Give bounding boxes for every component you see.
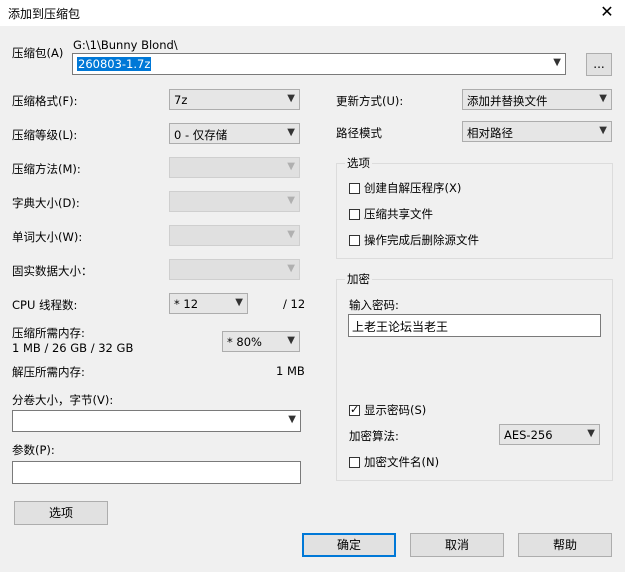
password-label: 输入密码: — [349, 298, 399, 312]
update-value: 添加并替换文件 — [467, 94, 548, 108]
chevron-down-icon: ▼ — [287, 127, 295, 138]
mem-percent-select[interactable]: * 80% ▼ — [222, 331, 300, 352]
archive-path: G:\1\Bunny Blond\ — [73, 38, 178, 52]
encryption-group-title: 加密 — [345, 271, 372, 287]
chevron-down-icon: ▼ — [587, 428, 595, 439]
cancel-button[interactable]: 取消 — [410, 533, 504, 557]
show-password-label: 显示密码(S) — [364, 403, 427, 417]
encrypt-names-checkbox[interactable]: 加密文件名(N) — [349, 454, 439, 470]
update-select[interactable]: 添加并替换文件 ▼ — [462, 89, 612, 110]
update-label: 更新方式(U): — [336, 94, 404, 108]
word-label: 单词大小(W): — [12, 230, 83, 244]
chevron-down-icon: ▼ — [599, 125, 607, 136]
close-icon[interactable]: ✕ — [597, 2, 617, 22]
checkbox-box[interactable] — [349, 456, 360, 468]
delete-after-checkbox-label: 操作完成后删除源文件 — [364, 233, 479, 247]
solid-select[interactable]: ▼ — [169, 259, 300, 280]
chevron-down-icon: ▼ — [287, 263, 295, 274]
dict-label: 字典大小(D): — [12, 196, 80, 210]
checkbox-box[interactable] — [349, 403, 360, 416]
help-button[interactable]: 帮助 — [518, 533, 612, 557]
checkbox-box[interactable] — [349, 234, 360, 246]
chevron-down-icon: ▼ — [287, 195, 295, 206]
window-title: 添加到压缩包 — [8, 7, 81, 21]
encrypt-names-label: 加密文件名(N) — [364, 455, 440, 469]
volume-combobox[interactable]: ▼ — [12, 410, 301, 432]
algo-select[interactable]: AES-256 ▼ — [499, 424, 600, 445]
archive-label: 压缩包(A) — [12, 46, 64, 60]
chevron-down-icon[interactable]: ▼ — [288, 414, 296, 425]
archive-name-value[interactable]: 260803-1.7z — [77, 57, 152, 71]
options-button[interactable]: 选项 — [14, 501, 108, 525]
pathmode-select[interactable]: 相对路径 ▼ — [462, 121, 612, 142]
format-select[interactable]: 7z ▼ — [169, 89, 300, 110]
format-label: 压缩格式(F): — [12, 94, 78, 108]
chevron-down-icon: ▼ — [287, 93, 295, 104]
mem-percent-value: * 80% — [227, 335, 262, 349]
params-label: 参数(P): — [12, 443, 55, 457]
algo-label: 加密算法: — [349, 429, 399, 443]
browse-button[interactable]: ... — [586, 53, 612, 76]
archive-name-combobox[interactable]: 260803-1.7z ▼ — [72, 53, 566, 75]
password-value: 上老王论坛当老王 — [352, 320, 449, 334]
cpu-select[interactable]: * 12 ▼ — [169, 293, 248, 314]
volume-label: 分卷大小，字节(V): — [12, 393, 114, 407]
delete-after-checkbox[interactable]: 操作完成后删除源文件 — [349, 232, 479, 248]
mem-compress-label: 压缩所需内存: — [12, 326, 85, 340]
level-value: 0 - 仅存储 — [174, 128, 228, 142]
checkbox-box[interactable] — [349, 182, 360, 194]
level-label: 压缩等级(L): — [12, 128, 78, 142]
title-bar: 添加到压缩包 ✕ — [0, 0, 625, 26]
cpu-value: * 12 — [174, 297, 199, 311]
algo-value: AES-256 — [504, 428, 553, 442]
solid-label: 固实数据大小： — [12, 264, 93, 278]
add-to-archive-dialog: 添加到压缩包 ✕ 压缩包(A) G:\1\Bunny Blond\ 260803… — [0, 0, 625, 572]
ok-button[interactable]: 确定 — [302, 533, 396, 557]
dict-select[interactable]: ▼ — [169, 191, 300, 212]
format-value: 7z — [174, 93, 188, 107]
cpu-label: CPU 线程数: — [12, 298, 78, 312]
chevron-down-icon: ▼ — [599, 93, 607, 104]
mem-compress-detail: 1 MB / 26 GB / 32 GB — [12, 341, 134, 355]
method-label: 压缩方法(M): — [12, 162, 81, 176]
method-select[interactable]: ▼ — [169, 157, 300, 178]
params-input[interactable] — [12, 461, 301, 484]
pathmode-value: 相对路径 — [467, 126, 513, 140]
show-password-checkbox[interactable]: 显示密码(S) — [349, 402, 426, 418]
chevron-down-icon[interactable]: ▼ — [553, 57, 561, 68]
mem-decompress-value: 1 MB — [276, 364, 305, 378]
cpu-max: / 12 — [283, 297, 306, 311]
shared-files-checkbox[interactable]: 压缩共享文件 — [349, 206, 433, 222]
options-group-title: 选项 — [345, 155, 372, 171]
mem-decompress-label: 解压所需内存: — [12, 365, 85, 379]
chevron-down-icon: ▼ — [287, 161, 295, 172]
chevron-down-icon: ▼ — [287, 229, 295, 240]
chevron-down-icon: ▼ — [287, 335, 295, 346]
sfx-checkbox[interactable]: 创建自解压程序(X) — [349, 180, 461, 196]
checkbox-box[interactable] — [349, 208, 360, 220]
pathmode-label: 路径模式 — [336, 126, 382, 140]
level-select[interactable]: 0 - 仅存储 ▼ — [169, 123, 300, 144]
shared-files-checkbox-label: 压缩共享文件 — [364, 207, 433, 221]
chevron-down-icon: ▼ — [235, 297, 243, 308]
password-input[interactable]: 上老王论坛当老王 — [348, 314, 601, 337]
word-select[interactable]: ▼ — [169, 225, 300, 246]
sfx-checkbox-label: 创建自解压程序(X) — [364, 181, 462, 195]
